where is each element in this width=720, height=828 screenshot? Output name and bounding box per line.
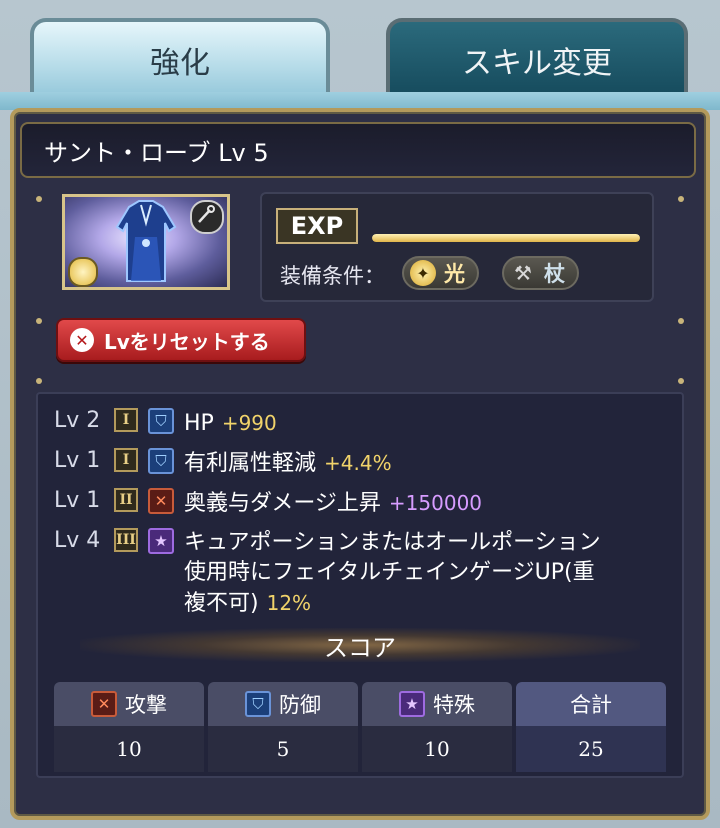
rank-badge: III [114,528,138,552]
equip-condition-label: 装備条件： [280,264,385,288]
equip-condition-staff: ⚒ 杖 [502,256,579,290]
tab-enhance[interactable]: 強化 [30,18,330,98]
item-title: サント・ローブ Lv 5 [44,138,269,167]
rivet [678,318,684,324]
rank-badge: I [114,448,138,472]
skill-level: Lv 2 [54,408,101,433]
score-header: 合計 [516,682,666,726]
score-value: 10 [54,726,204,772]
score-header: ★ 特殊 [362,682,512,726]
skill-text: キュアポーションまたはオールポーション 使用時にフェイタルチェインゲージUP(重… [184,528,654,619]
rivet [36,378,42,384]
skill-name-line: キュアポーションまたはオールポーション [184,530,601,555]
equip-condition-staff-label: 杖 [544,262,565,286]
skill-bonus: +990 [221,411,277,435]
skill-level: Lv 4 [54,528,101,553]
skill-level: Lv 1 [54,488,101,513]
score-attack: ✕ 攻撃 10 [54,682,204,772]
score-label: 防御 [279,693,321,717]
shield-icon: ⛉ [245,691,271,717]
exp-label: EXP [276,208,358,244]
score-label: 攻撃 [125,693,167,717]
equip-condition-light-label: 光 [444,262,465,286]
score-value: 5 [208,726,358,772]
reset-level-button-label: Lvをリセットする [104,329,270,354]
attack-icon: ✕ [91,691,117,717]
rank-badge: I [114,408,138,432]
score-value: 25 [516,726,666,772]
skill-bonus: 12% [266,591,312,615]
tab-skill-change-label: スキル変更 [462,46,612,81]
light-element-icon [68,257,98,287]
rank-badge: II [114,488,138,512]
score-header: ⛉ 防御 [208,682,358,726]
score-special: ★ 特殊 10 [362,682,512,772]
item-title-bar: サント・ローブ Lv 5 [20,122,696,178]
skill-bonus: +150000 [388,491,483,515]
score-total: 合計 25 [516,682,666,772]
rivet [36,318,42,324]
equip-condition-light: ✦ 光 [402,256,479,290]
tab-skill-change[interactable]: スキル変更 [386,18,688,98]
star-icon: ★ [399,691,425,717]
score-defense: ⛉ 防御 5 [208,682,358,772]
skill-name-line: 複不可) [184,591,259,616]
skill-name: 奥義与ダメージ上昇 [184,491,381,516]
skill-text: 奥義与ダメージ上昇 +150000 [184,488,482,519]
tab-enhance-label: 強化 [150,46,210,81]
light-element-icon: ✦ [410,260,436,286]
rivet [36,196,42,202]
reset-level-button[interactable]: ✕ Lvをリセットする [56,318,306,362]
score-header: ✕ 攻撃 [54,682,204,726]
skill-level: Lv 1 [54,448,101,473]
skill-row: Lv 2 I ⛉ HP +990 [54,408,277,439]
skill-bonus: +4.4% [324,451,392,475]
staff-icon [190,200,224,234]
item-image [62,194,230,290]
skill-text: 有利属性軽減 +4.4% [184,448,392,479]
skill-name: 有利属性軽減 [184,451,317,476]
close-circle-icon: ✕ [70,328,94,352]
shield-icon: ⛉ [148,448,174,474]
exp-bar-fill [372,234,640,242]
score-title: スコア [80,628,640,662]
rivet [678,196,684,202]
skill-row: Lv 1 II ✕ 奥義与ダメージ上昇 +150000 [54,488,482,519]
exp-bar [372,234,640,242]
score-label: 特殊 [433,693,475,717]
attack-icon: ✕ [148,488,174,514]
star-icon: ★ [148,528,174,554]
skill-text: HP +990 [184,408,277,439]
score-label: 合計 [570,693,612,717]
skill-row: Lv 4 III ★ キュアポーションまたはオールポーション 使用時にフェイタル… [54,528,654,619]
shield-icon: ⛉ [148,408,174,434]
skill-name: HP [184,411,214,436]
skill-row: Lv 1 I ⛉ 有利属性軽減 +4.4% [54,448,392,479]
rivet [678,378,684,384]
score-value: 10 [362,726,512,772]
staff-icon: ⚒ [514,261,532,285]
item-info-panel: EXP 装備条件： ✦ 光 ⚒ 杖 [260,192,654,302]
skill-name-line: 使用時にフェイタルチェインゲージUP(重 [184,560,595,585]
